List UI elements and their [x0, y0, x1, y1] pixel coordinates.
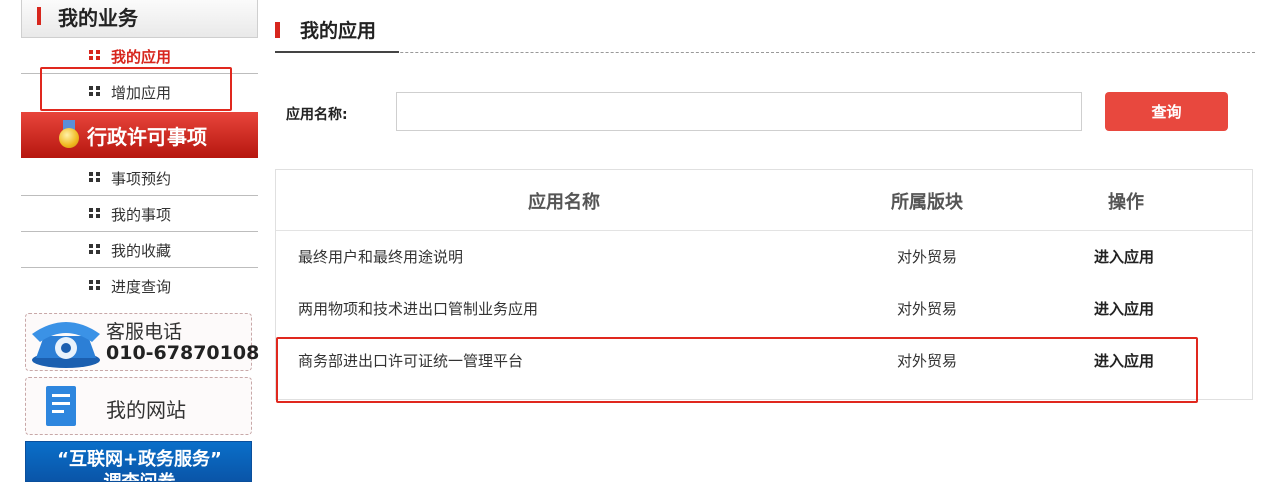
column-header-app-name: 应用名称 — [528, 192, 600, 213]
enter-app-link[interactable]: 进入应用 — [1094, 298, 1154, 319]
title-marker — [275, 22, 280, 38]
admin-banner-label: 行政许可事项 — [87, 125, 207, 149]
query-button[interactable]: 查询 — [1105, 92, 1228, 131]
business-header: 我的业务 — [21, 0, 258, 38]
service-phone-number: 010-67870108 — [106, 342, 260, 364]
my-site-link[interactable]: 我的网站 — [25, 377, 252, 435]
sidebar-item-my-matters[interactable]: 我的事项 — [21, 196, 258, 232]
sidebar-item-progress[interactable]: 进度查询 — [21, 268, 258, 304]
sidebar-item-label: 我的事项 — [111, 206, 172, 224]
survey-banner[interactable]: “互联网+政务服务” 调查问卷 — [25, 441, 252, 482]
document-icon — [46, 386, 76, 426]
survey-line-2: 调查问卷 — [26, 468, 251, 481]
page-title: 我的应用 — [300, 20, 377, 42]
table-row: 两用物项和技术进出口管制业务应用 对外贸易 进入应用 — [276, 284, 1252, 336]
dots-icon — [89, 244, 101, 254]
sidebar-item-my-apps[interactable]: 我的应用 — [21, 38, 258, 74]
app-name-cell: 两用物项和技术进出口管制业务应用 — [298, 300, 539, 318]
title-underline — [275, 51, 399, 53]
enter-app-link[interactable]: 进入应用 — [1094, 350, 1154, 371]
sidebar-item-favorites[interactable]: 我的收藏 — [21, 232, 258, 268]
my-site-label: 我的网站 — [106, 398, 186, 422]
business-title: 我的业务 — [58, 6, 138, 30]
app-name-cell: 最终用户和最终用途说明 — [298, 248, 464, 266]
dots-icon — [89, 208, 101, 218]
dots-icon — [89, 280, 101, 290]
sidebar-item-label: 进度查询 — [111, 278, 172, 296]
sidebar-item-label: 我的收藏 — [111, 242, 172, 260]
app-name-search-input[interactable] — [396, 92, 1082, 131]
title-divider — [275, 52, 1255, 53]
dots-icon — [89, 86, 101, 96]
dots-icon — [89, 50, 101, 60]
table-row: 商务部进出口许可证统一管理平台 对外贸易 进入应用 — [276, 336, 1252, 388]
phone-icon — [32, 322, 100, 368]
search-label: 应用名称: — [286, 107, 348, 123]
section-cell: 对外贸易 — [897, 248, 958, 266]
enter-app-link[interactable]: 进入应用 — [1094, 246, 1154, 267]
dots-icon — [89, 172, 101, 182]
admin-permit-banner: 行政许可事项 — [21, 112, 258, 158]
table-header: 应用名称 所属版块 操作 — [276, 170, 1252, 231]
service-phone-label: 客服电话 — [106, 321, 183, 343]
app-table: 应用名称 所属版块 操作 最终用户和最终用途说明 对外贸易 进入应用 两用物项和… — [275, 169, 1253, 400]
column-header-action: 操作 — [1108, 192, 1144, 213]
table-row: 最终用户和最终用途说明 对外贸易 进入应用 — [276, 232, 1252, 284]
section-cell: 对外贸易 — [897, 352, 958, 370]
service-phone-panel: 客服电话 010-67870108 — [25, 313, 259, 371]
app-name-cell: 商务部进出口许可证统一管理平台 — [298, 352, 524, 370]
sidebar: 我的业务 我的应用 增加应用 行政许可事项 事项预约 我的事项 我的收藏 进度查… — [21, 0, 259, 482]
section-cell: 对外贸易 — [897, 300, 958, 318]
sidebar-item-label: 事项预约 — [111, 170, 172, 188]
sidebar-item-label: 我的应用 — [111, 48, 172, 66]
medal-icon — [59, 120, 79, 150]
sidebar-item-label: 增加应用 — [111, 84, 172, 102]
sidebar-item-appointment[interactable]: 事项预约 — [21, 160, 258, 196]
title-marker — [37, 7, 41, 25]
sidebar-item-add-app[interactable]: 增加应用 — [21, 74, 258, 110]
column-header-section: 所属版块 — [891, 192, 963, 213]
